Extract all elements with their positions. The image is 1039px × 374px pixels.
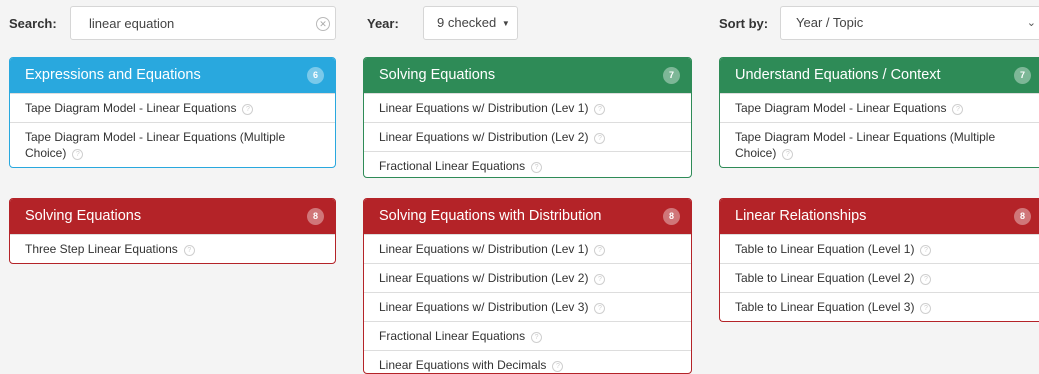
skill-item[interactable]: Linear Equations with Decimals?: [364, 350, 691, 373]
skill-item[interactable]: Tape Diagram Model - Linear Equations (M…: [720, 122, 1039, 167]
panel-title: Solving Equations: [25, 208, 142, 224]
skill-item[interactable]: Table to Linear Equation (Level 3)?: [720, 292, 1039, 321]
skill-item[interactable]: Linear Equations w/ Distribution (Lev 2)…: [364, 122, 691, 151]
help-icon[interactable]: ?: [531, 162, 543, 173]
panel-header[interactable]: Solving Equations 8: [10, 199, 335, 234]
search-label: Search:: [9, 16, 57, 31]
skill-item[interactable]: Linear Equations w/ Distribution (Lev 1)…: [364, 234, 691, 263]
clear-search-icon[interactable]: ✕: [316, 17, 330, 31]
skill-item[interactable]: Tape Diagram Model - Linear Equations (M…: [10, 122, 335, 167]
panel-header[interactable]: Linear Relationships 8: [720, 199, 1039, 234]
topic-panel: Solving Equations 7 Linear Equations w/ …: [363, 57, 692, 178]
skill-link[interactable]: Linear Equations w/ Distribution (Lev 1): [379, 242, 588, 256]
skill-link[interactable]: Linear Equations w/ Distribution (Lev 2): [379, 130, 588, 144]
help-icon[interactable]: ?: [920, 303, 932, 314]
panel-title: Solving Equations with Distribution: [379, 208, 602, 224]
help-icon[interactable]: ?: [594, 104, 606, 115]
count-badge: 8: [307, 208, 324, 225]
help-icon[interactable]: ?: [920, 274, 932, 285]
help-icon[interactable]: ?: [594, 133, 606, 144]
skill-link[interactable]: Fractional Linear Equations: [379, 329, 525, 343]
help-icon[interactable]: ?: [531, 332, 543, 343]
skill-link[interactable]: Linear Equations w/ Distribution (Lev 2): [379, 271, 588, 285]
count-badge: 7: [663, 67, 680, 84]
skill-item[interactable]: Fractional Linear Equations?: [364, 321, 691, 350]
help-icon[interactable]: ?: [552, 361, 564, 372]
sort-select-value: Year / Topic: [796, 15, 864, 30]
sort-label: Sort by:: [719, 16, 769, 31]
skill-link[interactable]: Tape Diagram Model - Linear Equations (M…: [25, 130, 285, 160]
caret-down-icon: ▼: [501, 18, 510, 28]
topic-panel: Solving Equations with Distribution 8 Li…: [363, 198, 692, 374]
year-label: Year:: [367, 16, 399, 31]
topic-panel: Linear Relationships 8 Table to Linear E…: [719, 198, 1039, 322]
help-icon[interactable]: ?: [782, 149, 794, 160]
skill-item[interactable]: Table to Linear Equation (Level 2)?: [720, 263, 1039, 292]
panel-title: Expressions and Equations: [25, 67, 201, 83]
search-input[interactable]: [89, 16, 299, 31]
year-dropdown-value: 9 checked: [437, 15, 497, 30]
search-field[interactable]: ✕: [70, 6, 336, 40]
help-icon[interactable]: ?: [952, 104, 964, 115]
year-dropdown-button[interactable]: 9 checked ▼: [423, 6, 518, 40]
skill-link[interactable]: Linear Equations w/ Distribution (Lev 1): [379, 101, 588, 115]
skill-item[interactable]: Three Step Linear Equations?: [10, 234, 335, 263]
skill-item[interactable]: Linear Equations w/ Distribution (Lev 1)…: [364, 93, 691, 122]
help-icon[interactable]: ?: [594, 303, 606, 314]
topic-panel: Expressions and Equations 6 Tape Diagram…: [9, 57, 336, 168]
chevron-down-icon: ⌄: [1026, 17, 1036, 29]
skill-link[interactable]: Tape Diagram Model - Linear Equations (M…: [735, 130, 995, 160]
sort-select[interactable]: Year / Topic ⌄: [780, 6, 1039, 40]
skill-link[interactable]: Three Step Linear Equations: [25, 242, 178, 256]
help-icon[interactable]: ?: [920, 245, 932, 256]
skill-item[interactable]: Linear Equations w/ Distribution (Lev 2)…: [364, 263, 691, 292]
skill-link[interactable]: Tape Diagram Model - Linear Equations: [735, 101, 946, 115]
help-icon[interactable]: ?: [594, 274, 606, 285]
panel-header[interactable]: Solving Equations with Distribution 8: [364, 199, 691, 234]
skill-link[interactable]: Table to Linear Equation (Level 2): [735, 271, 914, 285]
panel-title: Solving Equations: [379, 67, 496, 83]
topic-panel: Understand Equations / Context 7 Tape Di…: [719, 57, 1039, 168]
panel-header[interactable]: Expressions and Equations 6: [10, 58, 335, 93]
topic-panel: Solving Equations 8 Three Step Linear Eq…: [9, 198, 336, 264]
panel-title: Linear Relationships: [735, 208, 867, 224]
panel-title: Understand Equations / Context: [735, 67, 941, 83]
skill-link[interactable]: Linear Equations with Decimals: [379, 358, 546, 372]
skill-item[interactable]: Linear Equations w/ Distribution (Lev 3)…: [364, 292, 691, 321]
skill-link[interactable]: Table to Linear Equation (Level 3): [735, 300, 914, 314]
skill-item[interactable]: Tape Diagram Model - Linear Equations?: [10, 93, 335, 122]
count-badge: 6: [307, 67, 324, 84]
skill-link[interactable]: Table to Linear Equation (Level 1): [735, 242, 914, 256]
count-badge: 7: [1014, 67, 1031, 84]
panel-header[interactable]: Understand Equations / Context 7: [720, 58, 1039, 93]
help-icon[interactable]: ?: [594, 245, 606, 256]
count-badge: 8: [663, 208, 680, 225]
skill-item[interactable]: Tape Diagram Model - Linear Equations?: [720, 93, 1039, 122]
help-icon[interactable]: ?: [242, 104, 254, 115]
skill-link[interactable]: Linear Equations w/ Distribution (Lev 3): [379, 300, 588, 314]
count-badge: 8: [1014, 208, 1031, 225]
help-icon[interactable]: ?: [72, 149, 84, 160]
skill-link[interactable]: Fractional Linear Equations: [379, 159, 525, 173]
skill-item[interactable]: Fractional Linear Equations?: [364, 151, 691, 177]
skill-link[interactable]: Tape Diagram Model - Linear Equations: [25, 101, 236, 115]
skill-item[interactable]: Table to Linear Equation (Level 1)?: [720, 234, 1039, 263]
help-icon[interactable]: ?: [183, 245, 195, 256]
panel-header[interactable]: Solving Equations 7: [364, 58, 691, 93]
